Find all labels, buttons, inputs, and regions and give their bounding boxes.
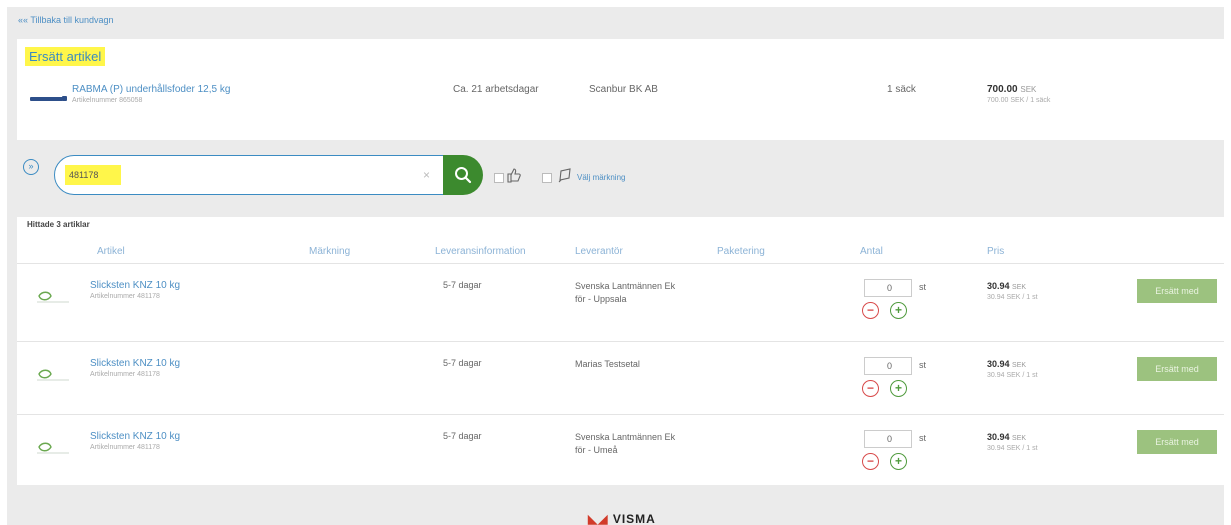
original-lead-time: Ca. 21 arbetsdagar (453, 84, 539, 95)
product-name[interactable]: Slicksten KNZ 10 kg (90, 358, 180, 369)
column-header-antal[interactable]: Antal (860, 246, 883, 257)
price-currency: SEK (1012, 284, 1027, 291)
search-icon (455, 167, 472, 184)
product-logo-icon (37, 369, 69, 381)
quantity-input[interactable]: 0 (864, 430, 912, 448)
price-value: 30.94 (987, 359, 1010, 369)
decrease-quantity-button[interactable]: − (862, 302, 879, 319)
column-header-leveransinformation[interactable]: Leveransinformation (435, 246, 526, 257)
column-header-paketering[interactable]: Paketering (717, 246, 765, 257)
replace-with-button[interactable]: Ersätt med (1137, 279, 1217, 303)
search-input[interactable] (69, 166, 409, 184)
column-header-markning[interactable]: Märkning (309, 246, 350, 257)
thumbs-up-icon (507, 168, 521, 183)
original-price-currency: SEK (1020, 85, 1037, 94)
price: 30.94 SEK (987, 432, 1026, 442)
increase-quantity-button[interactable]: + (890, 302, 907, 319)
choose-marking-link[interactable]: Välj märkning (577, 173, 625, 182)
product-name[interactable]: Slicksten KNZ 10 kg (90, 280, 180, 291)
decrease-quantity-button[interactable]: − (862, 453, 879, 470)
clear-icon[interactable]: × (423, 168, 430, 182)
product-name[interactable]: Slicksten KNZ 10 kg (90, 431, 180, 442)
column-header-artikel[interactable]: Artikel (97, 246, 125, 257)
quantity-unit: st (919, 433, 927, 443)
price-value: 30.94 (987, 432, 1010, 442)
decrease-quantity-button[interactable]: − (862, 380, 879, 397)
price-unit: 30.94 SEK / 1 st (987, 294, 1038, 301)
lead-time: 5-7 dagar (443, 358, 482, 368)
supplier-line: för - Umeå (575, 445, 618, 455)
replace-with-button[interactable]: Ersätt med (1137, 430, 1217, 454)
product-artnr: Artikelnummer 481178 (90, 371, 160, 378)
original-product-artnr: Artikelnummer 865058 (72, 97, 143, 104)
visma-logo-mark-icon: ◣◢ (588, 512, 609, 525)
page: «« Tillbaka till kundvagn Ersätt artikel… (7, 7, 1224, 525)
original-product-thumbnail (30, 96, 67, 101)
supplier: Svenska Lantmännen Ek för - Umeå (575, 431, 675, 457)
tag-icon (558, 168, 571, 183)
quantity-unit: st (919, 282, 927, 292)
product-artnr: Artikelnummer 481178 (90, 293, 160, 300)
marking-filter-checkbox[interactable] (542, 173, 552, 183)
expand-icon[interactable]: » (23, 159, 39, 175)
search-box: × (54, 155, 444, 195)
supplier: Svenska Lantmännen Ek för - Uppsala (575, 280, 675, 306)
table-row: Slicksten KNZ 10 kg Artikelnummer 481178… (17, 263, 1224, 335)
product-logo-icon (37, 442, 69, 454)
replace-article-title: Ersätt artikel (25, 47, 106, 66)
column-header-leverantor[interactable]: Leverantör (575, 246, 623, 257)
supplier: Marias Testsetal (575, 358, 640, 371)
quantity-unit: st (919, 360, 927, 370)
column-header-pris[interactable]: Pris (987, 246, 1004, 257)
product-artnr: Artikelnummer 481178 (90, 444, 160, 451)
visma-logo-text: VISMA (612, 512, 656, 525)
product-logo-icon (37, 291, 69, 303)
price-value: 30.94 (987, 281, 1010, 291)
supplier-line: Svenska Lantmännen Ek (575, 432, 676, 442)
lead-time: 5-7 dagar (443, 280, 482, 290)
original-price-value: 700.00 (987, 84, 1018, 95)
original-price: 700.00 SEK (987, 84, 1036, 95)
price-unit: 30.94 SEK / 1 st (987, 372, 1038, 379)
price-currency: SEK (1012, 362, 1027, 369)
quantity-input[interactable]: 0 (864, 279, 912, 297)
supplier-line: Marias Testsetal (575, 359, 640, 369)
original-packaging: 1 säck (887, 84, 916, 95)
supplier-line: för - Uppsala (575, 294, 627, 304)
replace-with-button[interactable]: Ersätt med (1137, 357, 1217, 381)
increase-quantity-button[interactable]: + (890, 380, 907, 397)
results-card: Hittade 3 artiklar Artikel Märkning Leve… (17, 217, 1224, 485)
quantity-input[interactable]: 0 (864, 357, 912, 375)
results-count: Hittade 3 artiklar (27, 220, 90, 229)
back-to-cart-link[interactable]: «« Tillbaka till kundvagn (18, 15, 114, 25)
favorite-filter-checkbox[interactable] (494, 173, 504, 183)
price-currency: SEK (1012, 435, 1027, 442)
price-unit: 30.94 SEK / 1 st (987, 445, 1038, 452)
search-button[interactable] (443, 155, 483, 195)
table-row: Slicksten KNZ 10 kg Artikelnummer 481178… (17, 341, 1224, 413)
supplier-line: Svenska Lantmännen Ek (575, 281, 676, 291)
increase-quantity-button[interactable]: + (890, 453, 907, 470)
original-product-name[interactable]: RABMA (P) underhållsfoder 12,5 kg (72, 84, 230, 95)
lead-time: 5-7 dagar (443, 431, 482, 441)
price: 30.94 SEK (987, 359, 1026, 369)
visma-logo: ◣◢ VISMA (588, 512, 656, 525)
price: 30.94 SEK (987, 281, 1026, 291)
original-supplier: Scanbur BK AB (589, 84, 658, 95)
original-price-unit: 700.00 SEK / 1 säck (987, 97, 1051, 104)
table-row: Slicksten KNZ 10 kg Artikelnummer 481178… (17, 414, 1224, 486)
replace-article-card: Ersätt artikel RABMA (P) underhållsfoder… (17, 39, 1224, 140)
